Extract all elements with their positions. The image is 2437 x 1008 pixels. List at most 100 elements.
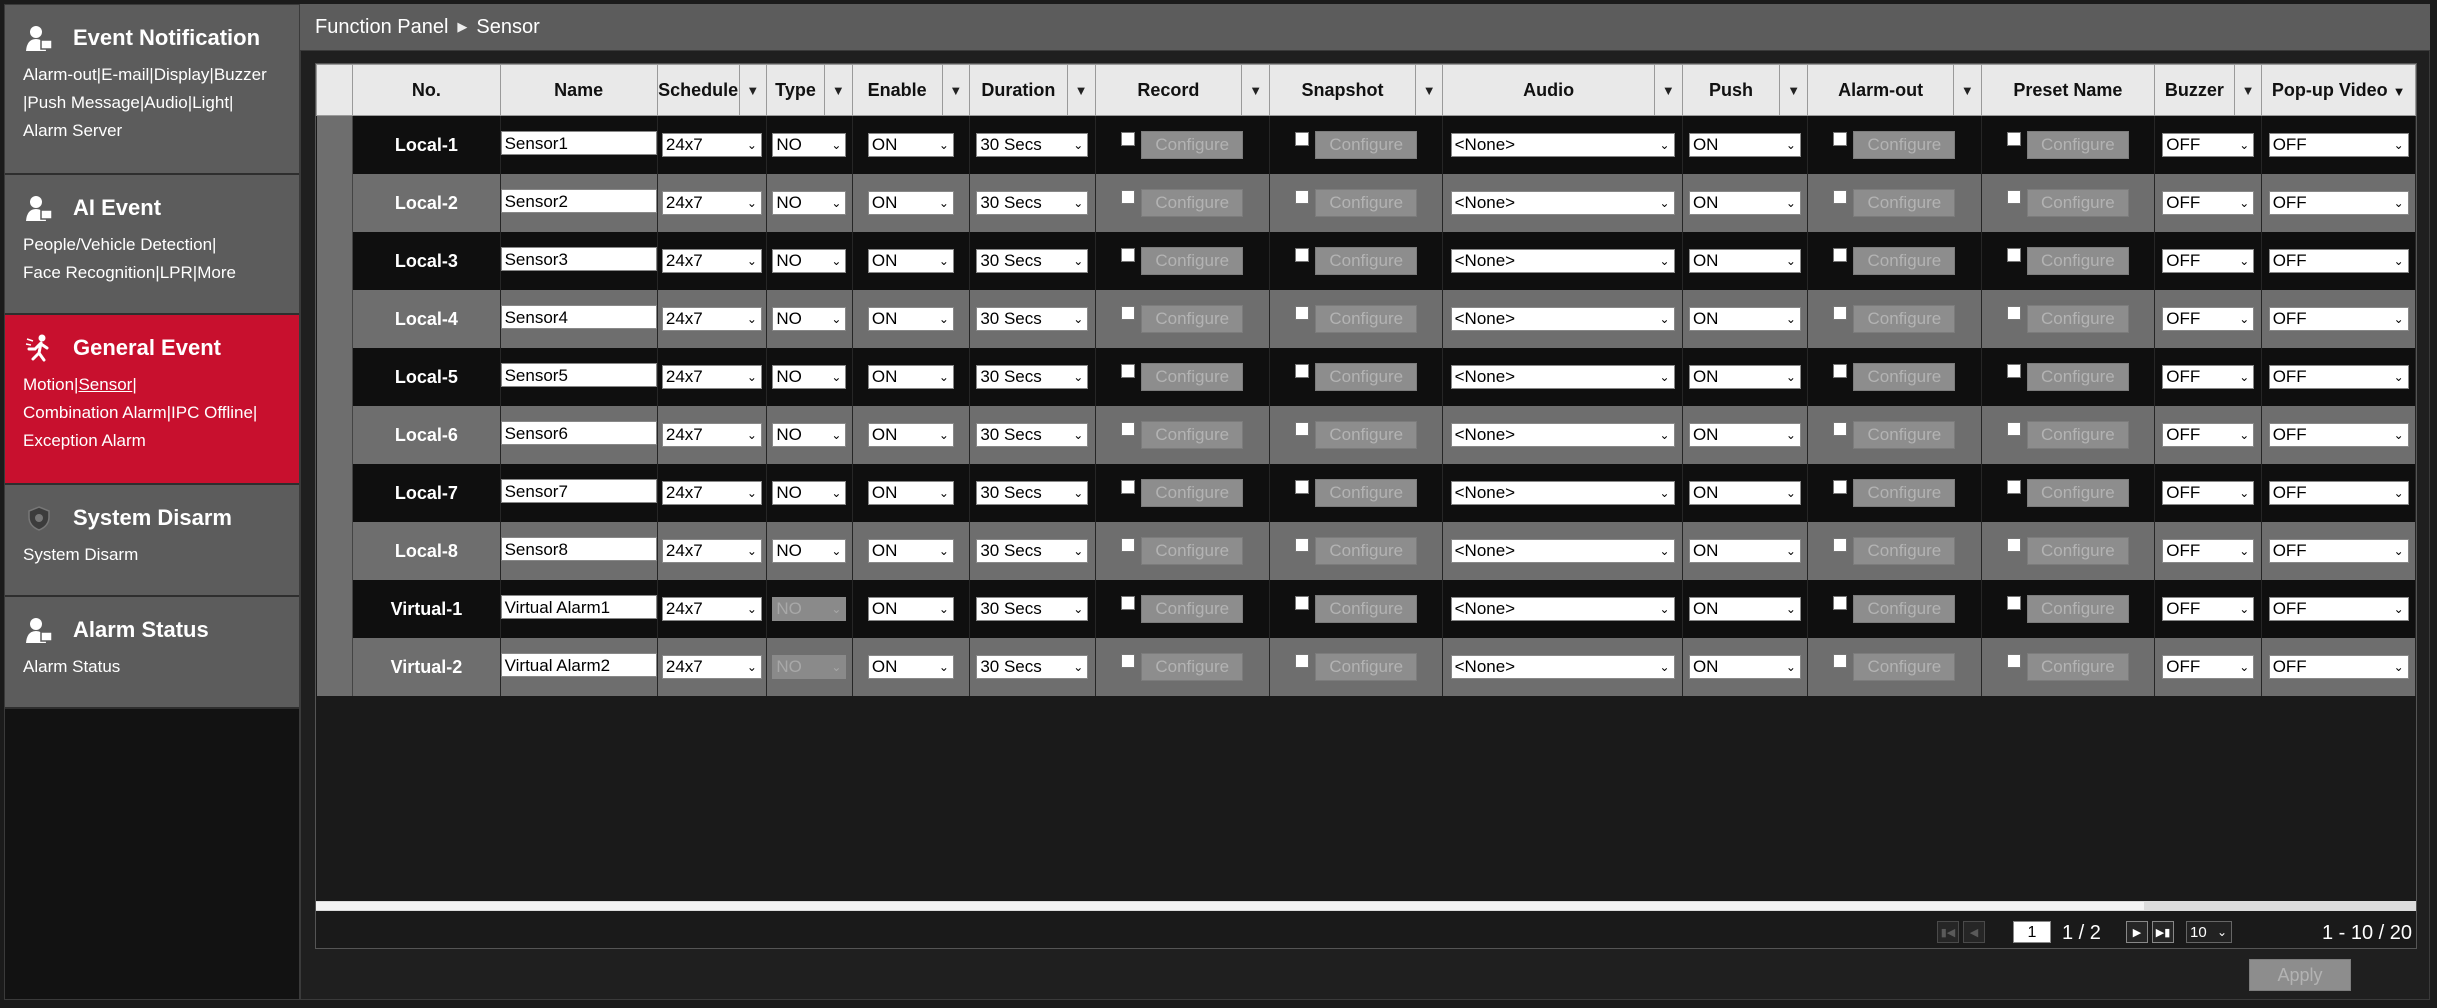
popup-video-select[interactable]: OFF ⌄ [2268, 191, 2409, 215]
type-select[interactable]: NO ⌄ [772, 365, 847, 389]
row-select-cell[interactable] [316, 580, 354, 638]
buzzer-select[interactable]: OFF ⌄ [2162, 133, 2255, 157]
alarm-out-checkbox[interactable] [1833, 364, 1848, 378]
alarm-out-checkbox[interactable] [1833, 306, 1848, 320]
caret-down-icon[interactable]: ▼ [1653, 64, 1683, 116]
row-select-cell[interactable] [316, 406, 354, 464]
record-checkbox[interactable] [1121, 654, 1136, 668]
audio-select[interactable]: <None> ⌄ [1450, 481, 1675, 505]
row-select-cell[interactable] [316, 174, 354, 232]
duration-select[interactable]: 30 Secs ⌄ [976, 655, 1089, 679]
motion-link[interactable]: Motion| [23, 375, 78, 394]
type-select[interactable]: NO ⌄ [772, 191, 847, 215]
enable-select[interactable]: ON ⌄ [867, 423, 954, 447]
sensor-name-input[interactable]: Sensor3 [500, 246, 657, 271]
section-links[interactable]: System Disarm [23, 541, 293, 569]
audio-select[interactable]: <None> ⌄ [1450, 307, 1675, 331]
duration-select[interactable]: 30 Secs ⌄ [976, 307, 1089, 331]
row-select-cell[interactable] [316, 290, 354, 348]
popup-video-select[interactable]: OFF ⌄ [2268, 249, 2409, 273]
audio-select[interactable]: <None> ⌄ [1450, 133, 1675, 157]
snapshot-checkbox[interactable] [1295, 422, 1310, 436]
prev-page-icon[interactable]: ◀ [1963, 921, 1985, 943]
caret-down-icon[interactable]: ▼ [1241, 64, 1270, 116]
alarm-out-checkbox[interactable] [1833, 132, 1848, 146]
caret-down-icon[interactable]: ▼ [1953, 64, 1982, 116]
section-links[interactable]: Exception Alarm [23, 427, 293, 455]
record-checkbox[interactable] [1121, 480, 1136, 494]
push-select[interactable]: ON ⌄ [1688, 655, 1801, 679]
section-links[interactable]: Alarm Status [23, 653, 293, 681]
duration-select[interactable]: 30 Secs ⌄ [976, 597, 1089, 621]
snapshot-checkbox[interactable] [1295, 654, 1310, 668]
alarm-out-checkbox[interactable] [1833, 654, 1848, 668]
enable-select[interactable]: ON ⌄ [867, 481, 954, 505]
enable-select[interactable]: ON ⌄ [867, 307, 954, 331]
page-number-input[interactable]: 1 [2013, 921, 2051, 943]
duration-select[interactable]: 30 Secs ⌄ [976, 481, 1089, 505]
sidebar-section-ai-event[interactable]: AI Event People/Vehicle Detection| Face … [5, 175, 299, 315]
row-select-cell[interactable] [316, 115, 354, 174]
audio-select[interactable]: <None> ⌄ [1450, 365, 1675, 389]
buzzer-select[interactable]: OFF ⌄ [2162, 307, 2255, 331]
snapshot-checkbox[interactable] [1295, 480, 1310, 494]
sensor-name-input[interactable]: Sensor5 [500, 362, 657, 387]
sensor-name-input[interactable]: Sensor1 [500, 130, 657, 155]
buzzer-select[interactable]: OFF ⌄ [2162, 539, 2255, 563]
audio-select[interactable]: <None> ⌄ [1450, 423, 1675, 447]
duration-select[interactable]: 30 Secs ⌄ [976, 133, 1089, 157]
record-checkbox[interactable] [1121, 248, 1136, 262]
schedule-select[interactable]: 24x7 ⌄ [661, 191, 762, 215]
caret-down-icon[interactable]: ▼ [1414, 64, 1444, 116]
sensor-name-input[interactable]: Virtual Alarm1 [500, 594, 657, 619]
audio-select[interactable]: <None> ⌄ [1450, 191, 1675, 215]
snapshot-checkbox[interactable] [1295, 364, 1310, 378]
alarm-out-checkbox[interactable] [1833, 538, 1848, 552]
buzzer-select[interactable]: OFF ⌄ [2162, 597, 2255, 621]
buzzer-select[interactable]: OFF ⌄ [2162, 481, 2255, 505]
next-page-icon[interactable]: ▶ [2126, 921, 2148, 943]
breadcrumb-root[interactable]: Function Panel [315, 16, 448, 39]
schedule-select[interactable]: 24x7 ⌄ [661, 365, 762, 389]
popup-video-select[interactable]: OFF ⌄ [2268, 423, 2409, 447]
enable-select[interactable]: ON ⌄ [867, 597, 954, 621]
row-select-cell[interactable] [316, 232, 354, 290]
preset-checkbox[interactable] [2006, 248, 2021, 262]
popup-video-select[interactable]: OFF ⌄ [2268, 307, 2409, 331]
alarm-out-checkbox[interactable] [1833, 596, 1848, 610]
caret-down-icon[interactable]: ▼ [738, 64, 768, 116]
schedule-select[interactable]: 24x7 ⌄ [661, 249, 762, 273]
row-select-cell[interactable] [316, 348, 354, 406]
type-select[interactable]: NO ⌄ [772, 133, 847, 157]
duration-select[interactable]: 30 Secs ⌄ [976, 365, 1089, 389]
section-links[interactable]: Alarm Server [23, 117, 293, 145]
type-select[interactable]: NO ⌄ [772, 249, 847, 273]
record-checkbox[interactable] [1121, 364, 1136, 378]
row-select-cell[interactable] [316, 464, 354, 522]
section-links[interactable]: Combination Alarm|IPC Offline| [23, 399, 293, 427]
section-links[interactable]: Alarm-out|E-mail|Display|Buzzer [23, 61, 293, 89]
sidebar-section-alarm-status[interactable]: Alarm Status Alarm Status [5, 597, 299, 709]
sensor-name-input[interactable]: Sensor7 [500, 478, 657, 503]
sidebar-section-event-notification[interactable]: Event Notification Alarm-out|E-mail|Disp… [5, 5, 299, 175]
duration-select[interactable]: 30 Secs ⌄ [976, 423, 1089, 447]
caret-down-icon[interactable]: ▼ [1779, 64, 1809, 116]
popup-video-select[interactable]: OFF ⌄ [2268, 133, 2409, 157]
preset-checkbox[interactable] [2006, 538, 2021, 552]
schedule-select[interactable]: 24x7 ⌄ [661, 539, 762, 563]
push-select[interactable]: ON ⌄ [1688, 597, 1801, 621]
alarm-out-checkbox[interactable] [1833, 248, 1848, 262]
preset-checkbox[interactable] [2006, 364, 2021, 378]
sensor-name-input[interactable]: Sensor4 [500, 304, 657, 329]
caret-down-icon[interactable]: ▼ [1066, 64, 1096, 116]
caret-down-icon[interactable]: ▼ [2233, 64, 2263, 116]
sensor-link-current[interactable]: Sensor [78, 375, 132, 394]
preset-checkbox[interactable] [2006, 306, 2021, 320]
push-select[interactable]: ON ⌄ [1688, 133, 1801, 157]
sensor-name-input[interactable]: Virtual Alarm2 [500, 652, 657, 677]
alarm-out-checkbox[interactable] [1833, 480, 1848, 494]
row-select-cell[interactable] [316, 522, 354, 580]
record-checkbox[interactable] [1121, 190, 1136, 204]
popup-video-select[interactable]: OFF ⌄ [2268, 655, 2409, 679]
schedule-select[interactable]: 24x7 ⌄ [661, 655, 762, 679]
